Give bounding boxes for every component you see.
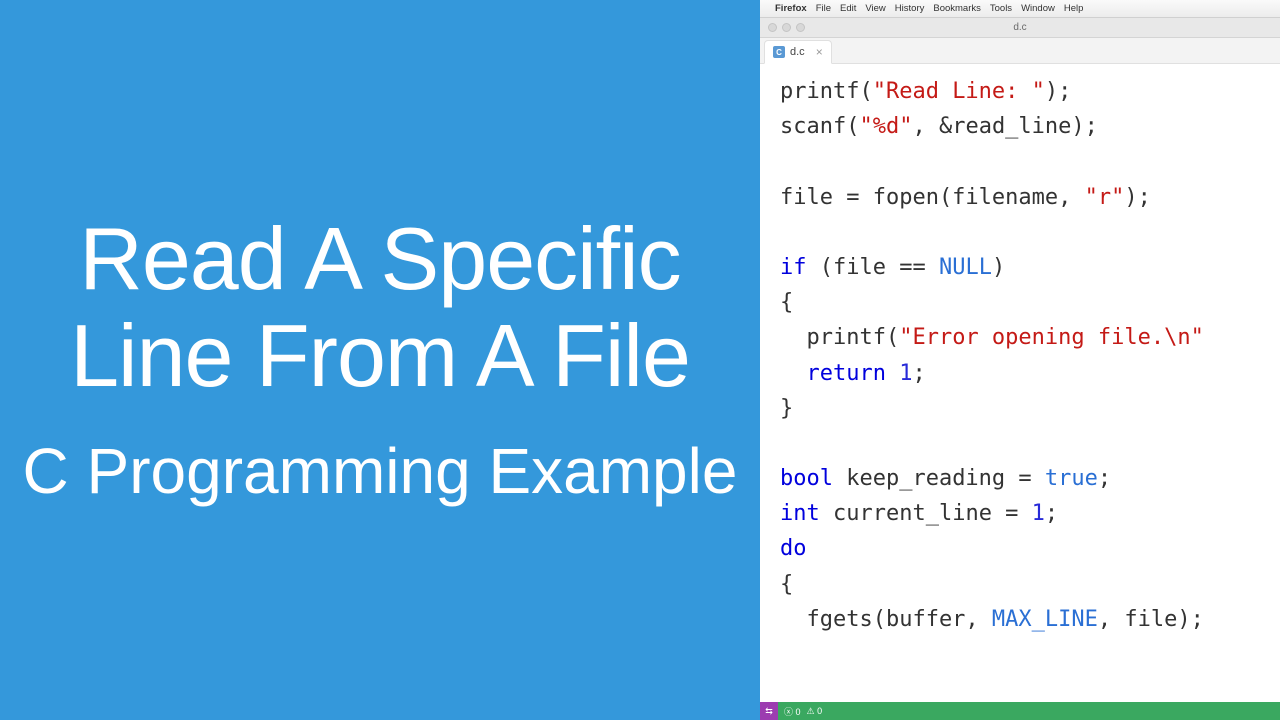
editor-window: Firefox File Edit View History Bookmarks…	[760, 0, 1280, 720]
code-line: int current_line = 1;	[780, 496, 1280, 531]
menu-tools[interactable]: Tools	[990, 3, 1012, 14]
menu-window[interactable]: Window	[1021, 3, 1055, 14]
status-main: ⓧ 0 ⚠ 0	[778, 702, 1280, 720]
code-line	[780, 215, 1280, 250]
code-line: file = fopen(filename, "r");	[780, 180, 1280, 215]
menu-bookmarks[interactable]: Bookmarks	[933, 3, 981, 14]
code-line	[780, 144, 1280, 179]
editor-tab-bar: C d.c ×	[760, 38, 1280, 64]
window-controls[interactable]	[768, 23, 805, 32]
c-file-icon: C	[773, 46, 785, 58]
code-line: printf("Read Line: ");	[780, 74, 1280, 109]
remote-icon: ⇆	[765, 706, 773, 717]
menu-edit[interactable]: Edit	[840, 3, 856, 14]
code-line: {	[780, 567, 1280, 602]
code-line	[780, 426, 1280, 461]
menubar-app[interactable]: Firefox	[775, 3, 807, 14]
code-line: if (file == NULL)	[780, 250, 1280, 285]
error-count-icon[interactable]: ⓧ 0	[784, 705, 801, 718]
editor-tab-active[interactable]: C d.c ×	[764, 40, 832, 64]
warning-count-icon[interactable]: ⚠ 0	[807, 706, 823, 717]
sub-title: C Programming Example	[23, 435, 738, 509]
code-line: scanf("%d", &read_line);	[780, 109, 1280, 144]
tab-filename: d.c	[790, 46, 805, 58]
code-line: bool keep_reading = true;	[780, 461, 1280, 496]
close-window-icon[interactable]	[768, 23, 777, 32]
menu-help[interactable]: Help	[1064, 3, 1084, 14]
window-titlebar: d.c	[760, 18, 1280, 38]
code-line: {	[780, 285, 1280, 320]
close-tab-icon[interactable]: ×	[816, 45, 823, 59]
code-editor[interactable]: printf("Read Line: ");scanf("%d", &read_…	[760, 64, 1280, 702]
main-title: Read A Specific Line From A File	[20, 211, 740, 405]
code-line: printf("Error opening file.\n"	[780, 320, 1280, 355]
mac-menubar[interactable]: Firefox File Edit View History Bookmarks…	[760, 0, 1280, 18]
code-line: }	[780, 391, 1280, 426]
menu-view[interactable]: View	[865, 3, 885, 14]
code-line: return 1;	[780, 356, 1280, 391]
code-line: fgets(buffer, MAX_LINE, file);	[780, 602, 1280, 637]
window-title: d.c	[1013, 22, 1026, 33]
code-line: do	[780, 531, 1280, 566]
menu-history[interactable]: History	[895, 3, 925, 14]
remote-indicator[interactable]: ⇆	[760, 702, 778, 720]
status-bar: ⇆ ⓧ 0 ⚠ 0	[760, 702, 1280, 720]
title-card: Read A Specific Line From A File C Progr…	[0, 0, 760, 720]
menu-file[interactable]: File	[816, 3, 831, 14]
maximize-window-icon[interactable]	[796, 23, 805, 32]
minimize-window-icon[interactable]	[782, 23, 791, 32]
